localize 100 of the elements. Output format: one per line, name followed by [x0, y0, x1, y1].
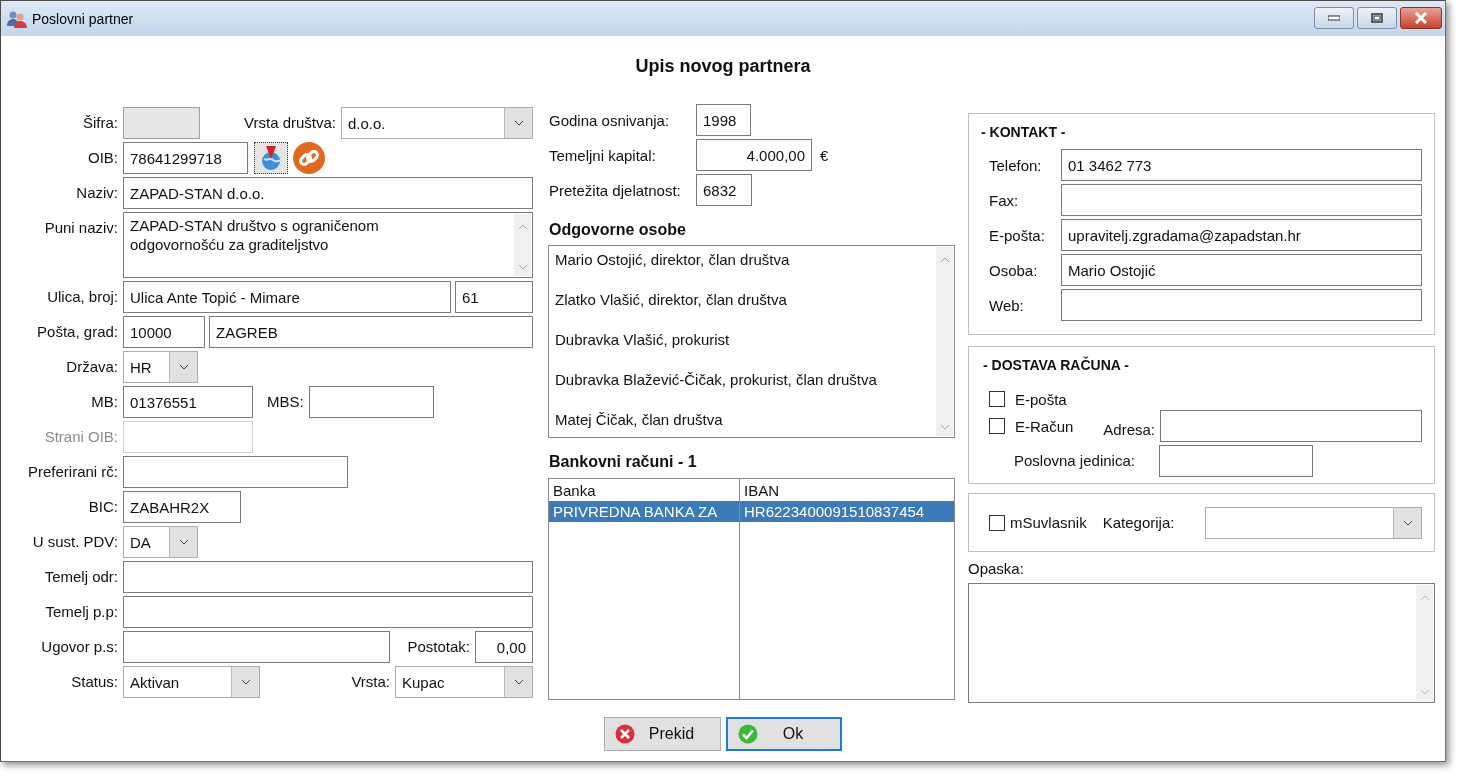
text-field[interactable]	[1061, 289, 1422, 321]
field-label: Preferirani rč:	[26, 462, 118, 481]
field-label: Telefon:	[989, 156, 1043, 174]
checkbox-label[interactable]: E-pošta	[1015, 390, 1067, 408]
chevron-down-icon	[240, 679, 251, 685]
link-icon[interactable]	[293, 142, 325, 174]
text-field[interactable]	[123, 561, 533, 593]
dropdown[interactable]: Aktivan	[123, 666, 260, 698]
cancel-icon	[615, 724, 635, 744]
text-area[interactable]	[968, 583, 1435, 703]
close-button[interactable]	[1400, 7, 1442, 29]
table-row[interactable]: PRIVREDNA BANKA ZA HR6223400091510837454	[549, 501, 954, 522]
field-label: Šifra:	[82, 113, 118, 132]
field-label: Pošta, grad:	[36, 322, 118, 341]
text-field[interactable]	[123, 631, 390, 663]
text-field[interactable]: 0,00	[475, 631, 533, 663]
text-line: odgovornošću za graditeljstvo	[130, 235, 330, 254]
field-label: Kategorija:	[1102, 513, 1176, 532]
list-item[interactable]: Zlatko Vlašić, direktor, član društva	[555, 290, 929, 310]
dropdown[interactable]: HR	[123, 351, 198, 383]
field-label: Temelj odr:	[43, 567, 118, 586]
maximize-button[interactable]	[1357, 7, 1397, 29]
column-header[interactable]: Banka	[549, 481, 740, 499]
list-item[interactable]: Dubravka Vlašić, prokurist	[555, 330, 929, 350]
dropdown[interactable]: d.o.o.	[341, 107, 533, 139]
text-field[interactable]: 4.000,00	[696, 139, 812, 171]
text-field[interactable]: upravitelj.zgradama@zapadstan.hr	[1061, 219, 1422, 251]
table-cell-text: PRIVREDNA BANKA ZA	[552, 503, 719, 520]
maximize-icon	[1371, 13, 1383, 23]
chevron-down-icon	[1419, 689, 1430, 695]
text-field[interactable]: 61	[455, 281, 533, 313]
scrollbar[interactable]	[1416, 585, 1433, 701]
column-header[interactable]: IBAN	[740, 481, 954, 499]
text-field[interactable]	[1159, 445, 1313, 477]
cancel-button[interactable]: Prekid	[604, 717, 721, 751]
group-title: - DOSTAVA RAČUNA -	[983, 355, 1130, 375]
field-label: MB:	[90, 392, 118, 411]
checkbox-label[interactable]: mSuvlasnik	[1010, 514, 1087, 531]
field-label: Web:	[989, 296, 1025, 314]
ok-button[interactable]: Ok	[726, 717, 842, 751]
text-field[interactable]	[308, 386, 434, 418]
check-icon	[738, 724, 758, 744]
field-label: Vrsta:	[350, 672, 391, 691]
chevron-down-icon	[517, 264, 528, 270]
minimize-icon	[1328, 15, 1340, 21]
field-label: Ulica, broj:	[46, 287, 118, 306]
text-field[interactable]: ZAGREB	[209, 316, 533, 348]
scrollbar[interactable]	[514, 214, 531, 276]
close-icon	[1414, 12, 1428, 24]
minimize-button[interactable]	[1314, 7, 1354, 29]
text-field[interactable]: 01 3462 773	[1061, 149, 1422, 181]
text-field[interactable]: 78641299718	[123, 142, 248, 174]
checkbox[interactable]	[989, 514, 1005, 531]
text-field[interactable]: ZAPAD-STAN d.o.o.	[123, 177, 533, 209]
field-label: BIC:	[87, 497, 118, 516]
table-cell-text: HR6223400091510837454	[743, 503, 926, 520]
field-label: MBS:	[267, 392, 305, 411]
list-item[interactable]: Dubravka Blažević-Čičak, prokurist, član društva	[555, 370, 929, 390]
scrollbar[interactable]	[936, 247, 953, 436]
field-label: Strani OIB:	[43, 427, 118, 446]
field-label: Fax:	[989, 191, 1020, 209]
field-label: Temeljni kapital:	[548, 146, 657, 164]
dropdown[interactable]	[1205, 506, 1422, 539]
text-field[interactable]: 6832	[696, 174, 752, 206]
chevron-down-icon	[513, 679, 524, 685]
checkbox[interactable]	[989, 391, 1005, 407]
text-area[interactable]: ZAPAD-STAN društvo s ograničenom odgovornošću za graditeljstvo	[123, 212, 533, 278]
field-label: E-pošta:	[989, 226, 1046, 244]
field-label: Naziv:	[75, 183, 118, 202]
field-label: Temelj p.p:	[44, 602, 118, 621]
dropdown[interactable]: DA	[123, 526, 198, 558]
text-field[interactable]: 1998	[696, 104, 751, 136]
text-field[interactable]: ZABAHR2X	[123, 491, 241, 523]
text-field[interactable]: 10000	[123, 316, 205, 348]
checkbox-label[interactable]: E-Račun	[1015, 417, 1074, 435]
field-label: Osoba:	[989, 261, 1039, 279]
chevron-down-icon	[178, 364, 189, 370]
users-icon	[7, 9, 27, 28]
checkbox[interactable]	[989, 418, 1005, 434]
globe-button[interactable]	[254, 142, 288, 174]
text-field[interactable]: Mario Ostojić	[1061, 254, 1422, 286]
list-item[interactable]: Matej Čičak, član društva	[555, 410, 929, 430]
list-item[interactable]: Mario Ostojić, direktor, član društva	[555, 250, 929, 270]
text-field[interactable]: 01376551	[123, 386, 253, 418]
text-field[interactable]	[1160, 410, 1422, 442]
section-title: Bankovni računi - 1	[548, 452, 698, 472]
text-line: ZAPAD-STAN društvo s ograničenom	[130, 216, 380, 235]
currency-label: €	[820, 146, 829, 164]
field-label: Država:	[65, 357, 118, 376]
text-field[interactable]	[1061, 184, 1422, 216]
field-label: Pretežita djelatnost:	[548, 181, 682, 199]
text-field[interactable]: Ulica Ante Topić - Mimare	[123, 281, 451, 313]
chevron-up-icon	[517, 224, 528, 230]
dropdown[interactable]: Kupac	[395, 666, 533, 698]
text-field[interactable]	[123, 596, 533, 628]
field-label: Puni naziv:	[43, 218, 118, 237]
text-field[interactable]	[123, 107, 200, 139]
field-label: Ugovor p.s:	[40, 637, 118, 656]
text-field[interactable]	[123, 456, 348, 488]
chevron-down-icon	[939, 424, 950, 430]
